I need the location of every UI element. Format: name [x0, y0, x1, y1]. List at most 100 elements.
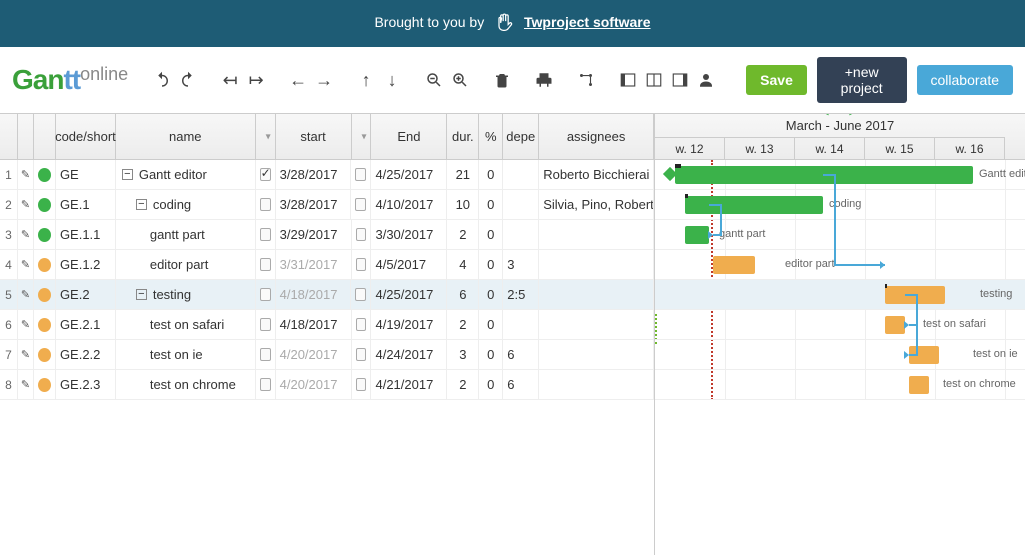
- status-dot[interactable]: [34, 190, 56, 219]
- gantt-bar[interactable]: [675, 166, 973, 184]
- insert-above-button[interactable]: ↤: [218, 68, 242, 92]
- edit-icon[interactable]: ✎: [18, 220, 34, 249]
- start-cell[interactable]: 3/28/2017: [276, 190, 352, 219]
- milestone-end-cell[interactable]: [352, 310, 372, 339]
- milestone-start-cell[interactable]: [256, 370, 276, 399]
- start-cell[interactable]: 3/29/2017: [276, 220, 352, 249]
- col-depends[interactable]: depe: [503, 114, 539, 159]
- assignees-cell[interactable]: [539, 280, 654, 309]
- critical-path-button[interactable]: [574, 68, 598, 92]
- end-cell[interactable]: 4/10/2017: [371, 190, 447, 219]
- milestone-start-cell[interactable]: [256, 280, 276, 309]
- status-dot[interactable]: [34, 370, 56, 399]
- gantt-bar[interactable]: [909, 376, 929, 394]
- depends-cell[interactable]: [503, 310, 539, 339]
- assignees-cell[interactable]: [539, 220, 654, 249]
- depends-cell[interactable]: [503, 220, 539, 249]
- milestone-end-cell[interactable]: [352, 370, 372, 399]
- milestone-start-cell[interactable]: [256, 220, 276, 249]
- start-cell[interactable]: 4/18/2017: [276, 310, 352, 339]
- timeline-row[interactable]: test on chrome: [655, 370, 1025, 400]
- code-cell[interactable]: GE.2.1: [56, 310, 116, 339]
- name-cell[interactable]: test on safari: [116, 310, 256, 339]
- resources-button[interactable]: [694, 68, 718, 92]
- delete-button[interactable]: [490, 68, 514, 92]
- timeline-row[interactable]: editor part: [655, 250, 1025, 280]
- col-duration[interactable]: dur.: [447, 114, 479, 159]
- table-row[interactable]: 8✎GE.2.3test on chrome4/20/20174/21/2017…: [0, 370, 654, 400]
- print-button[interactable]: [532, 68, 556, 92]
- gantt-bar[interactable]: [713, 256, 755, 274]
- redo-button[interactable]: [176, 68, 200, 92]
- start-cell[interactable]: 3/28/2017: [276, 160, 352, 189]
- milestone-start-cell[interactable]: [256, 250, 276, 279]
- code-cell[interactable]: GE.2: [56, 280, 116, 309]
- code-cell[interactable]: GE.1.2: [56, 250, 116, 279]
- split-right-button[interactable]: [668, 68, 692, 92]
- status-dot[interactable]: [34, 250, 56, 279]
- split-left-button[interactable]: [616, 68, 640, 92]
- assignees-cell[interactable]: [539, 340, 654, 369]
- milestone-start-cell[interactable]: [256, 190, 276, 219]
- zoom-in-button[interactable]: [448, 68, 472, 92]
- end-cell[interactable]: 4/21/2017: [371, 370, 447, 399]
- name-cell[interactable]: test on ie: [116, 340, 256, 369]
- col-assignees[interactable]: assignees: [539, 114, 654, 159]
- assignees-cell[interactable]: Silvia, Pino, Robert: [539, 190, 654, 219]
- assignees-cell[interactable]: [539, 250, 654, 279]
- code-cell[interactable]: GE.2.2: [56, 340, 116, 369]
- gantt-bar[interactable]: [685, 196, 823, 214]
- name-cell[interactable]: editor part: [116, 250, 256, 279]
- percent-cell[interactable]: 0: [479, 280, 503, 309]
- gantt-bar[interactable]: [909, 346, 939, 364]
- milestone-end-cell[interactable]: [351, 160, 371, 189]
- code-cell[interactable]: GE.1: [56, 190, 116, 219]
- save-button[interactable]: Save: [746, 65, 807, 95]
- gantt-bar[interactable]: [885, 316, 905, 334]
- gantt-bar[interactable]: [685, 226, 709, 244]
- percent-cell[interactable]: 0: [479, 160, 503, 189]
- timeline-body[interactable]: Gantt editorcodinggantt parteditor partt…: [655, 160, 1025, 400]
- code-cell[interactable]: GE.1.1: [56, 220, 116, 249]
- percent-cell[interactable]: 0: [479, 250, 503, 279]
- duration-cell[interactable]: 2: [447, 310, 479, 339]
- end-cell[interactable]: 4/19/2017: [371, 310, 447, 339]
- move-down-button[interactable]: ↓: [380, 68, 404, 92]
- end-cell[interactable]: 4/25/2017: [371, 280, 447, 309]
- duration-cell[interactable]: 2: [447, 370, 479, 399]
- split-center-button[interactable]: [642, 68, 666, 92]
- collapse-icon[interactable]: −: [136, 199, 147, 210]
- collaborate-button[interactable]: collaborate: [917, 65, 1014, 95]
- start-cell[interactable]: 4/20/2017: [276, 340, 352, 369]
- code-cell[interactable]: GE: [56, 160, 116, 189]
- edit-icon[interactable]: ✎: [18, 250, 34, 279]
- col-percent[interactable]: %: [479, 114, 503, 159]
- duration-cell[interactable]: 2: [447, 220, 479, 249]
- start-cell[interactable]: 4/20/2017: [276, 370, 352, 399]
- status-dot[interactable]: [34, 160, 56, 189]
- end-cell[interactable]: 4/25/2017: [371, 160, 447, 189]
- table-row[interactable]: 3✎GE.1.1gantt part3/29/20173/30/201720: [0, 220, 654, 250]
- milestone-end-cell[interactable]: [351, 190, 371, 219]
- depends-cell[interactable]: 3: [503, 250, 539, 279]
- milestone-start-cell[interactable]: [256, 160, 276, 189]
- new-project-button[interactable]: +new project: [817, 57, 907, 103]
- col-name[interactable]: name: [116, 114, 256, 159]
- milestone-end-cell[interactable]: [351, 280, 371, 309]
- duration-cell[interactable]: 6: [447, 280, 479, 309]
- timeline-row[interactable]: Gantt editor: [655, 160, 1025, 190]
- timeline-row[interactable]: testing: [655, 280, 1025, 310]
- twproject-link[interactable]: Twproject software: [524, 14, 651, 30]
- edit-icon[interactable]: ✎: [18, 160, 34, 189]
- status-dot[interactable]: [34, 280, 56, 309]
- name-cell[interactable]: −Gantt editor: [116, 160, 256, 189]
- percent-cell[interactable]: 0: [479, 310, 503, 339]
- percent-cell[interactable]: 0: [479, 370, 503, 399]
- outdent-button[interactable]: ←: [286, 68, 310, 92]
- name-cell[interactable]: −testing: [116, 280, 256, 309]
- edit-icon[interactable]: ✎: [18, 280, 34, 309]
- milestone-end-cell[interactable]: [352, 250, 372, 279]
- name-cell[interactable]: −coding: [116, 190, 256, 219]
- table-row[interactable]: 6✎GE.2.1test on safari4/18/20174/19/2017…: [0, 310, 654, 340]
- depends-cell[interactable]: 6: [503, 370, 539, 399]
